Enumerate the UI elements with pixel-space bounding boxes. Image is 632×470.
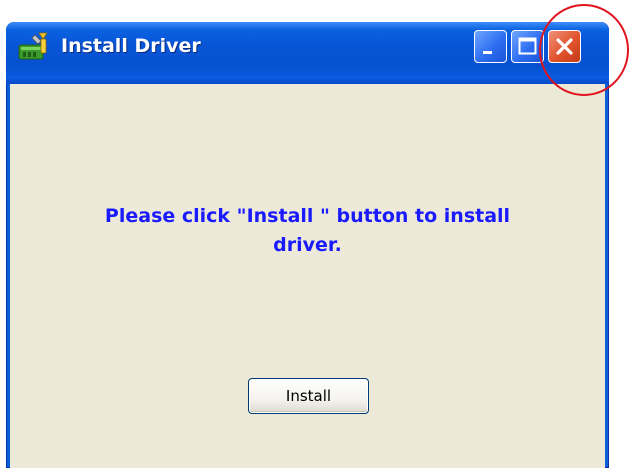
minimize-button[interactable] bbox=[474, 30, 507, 63]
dialog-client-area: Please click "Install " button to instal… bbox=[10, 84, 605, 468]
close-button[interactable] bbox=[548, 30, 581, 63]
install-driver-window: Install Driver Please click "Install " b… bbox=[6, 22, 609, 468]
maximize-button[interactable] bbox=[511, 30, 544, 63]
install-button[interactable]: Install bbox=[248, 378, 369, 414]
instruction-message: Please click "Install " button to instal… bbox=[10, 202, 605, 260]
title-bar[interactable]: Install Driver bbox=[6, 22, 609, 84]
maximize-icon bbox=[518, 37, 537, 55]
minimize-icon bbox=[483, 51, 492, 54]
screenshot-stage: Install Driver Please click "Install " b… bbox=[0, 0, 632, 470]
window-title: Install Driver bbox=[61, 35, 201, 57]
tools-driver-icon bbox=[18, 32, 48, 60]
close-icon bbox=[556, 38, 573, 55]
instruction-line-2: driver. bbox=[273, 234, 342, 256]
instruction-line-1: Please click "Install " button to instal… bbox=[104, 205, 511, 227]
